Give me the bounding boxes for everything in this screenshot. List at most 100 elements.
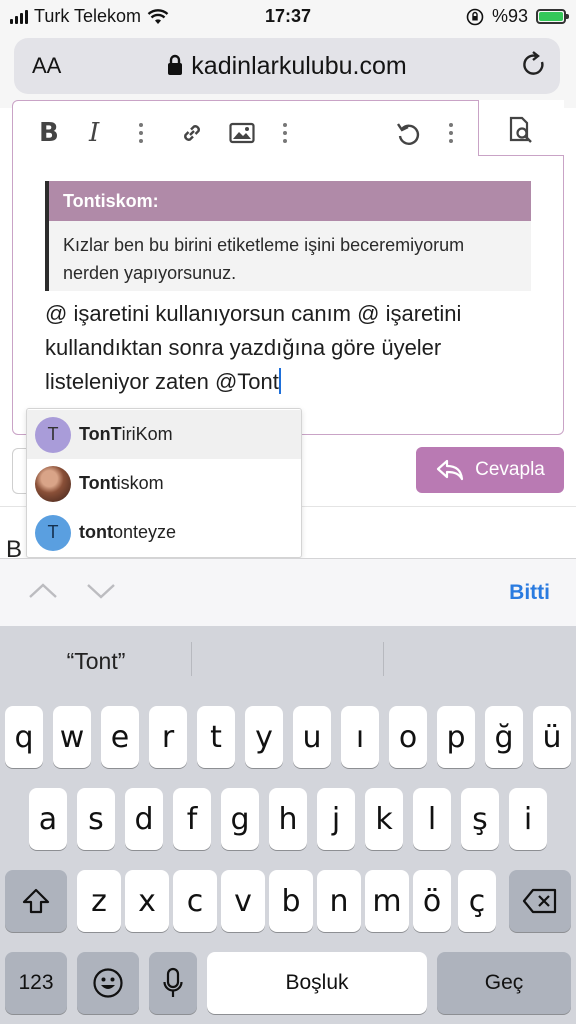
key-p[interactable]: p — [437, 706, 475, 768]
text-caret — [278, 368, 281, 394]
status-right: %93 — [466, 6, 569, 27]
key-y[interactable]: y — [245, 706, 283, 768]
key-c-cedilla[interactable]: ç — [458, 870, 496, 932]
avatar: T — [35, 514, 71, 551]
shift-icon — [22, 888, 50, 914]
keyboard-accessory-bar: Bitti — [0, 558, 576, 626]
reload-icon[interactable] — [520, 50, 548, 80]
key-u[interactable]: u — [293, 706, 331, 768]
done-button[interactable]: Bitti — [509, 581, 550, 605]
battery-percent: %93 — [491, 6, 528, 26]
compose-text[interactable]: @ işaretini kullanıyorsun canım @ işaret… — [45, 297, 545, 399]
mention-suggestions: T TonT iriKom Tont iskom T tont onteyze — [26, 408, 302, 558]
key-s-cedilla[interactable]: ş — [461, 788, 499, 850]
key-t[interactable]: t — [197, 706, 235, 768]
key-o-umlaut[interactable]: ö — [413, 870, 451, 932]
chevron-down-icon[interactable] — [86, 581, 116, 601]
key-i[interactable]: i — [509, 788, 547, 850]
key-n[interactable]: n — [317, 870, 361, 932]
key-l[interactable]: l — [413, 788, 451, 850]
mention-item[interactable]: Tont iskom — [27, 459, 301, 508]
link-button[interactable] — [179, 119, 205, 147]
shift-key[interactable] — [5, 870, 67, 932]
suggestion-divider — [191, 642, 192, 676]
more-options-icon[interactable] — [283, 119, 287, 147]
quote-author: Tontiskom: — [49, 181, 531, 221]
address-bar[interactable]: AA kadinlarkulubu.com — [14, 38, 560, 94]
more-options-icon[interactable] — [449, 119, 453, 147]
editor-toolbar: B I — [13, 100, 564, 165]
key-x[interactable]: x — [125, 870, 169, 932]
link-icon — [184, 125, 200, 141]
compose-line: @ işaretini kullanıyorsun canım @ işaret… — [45, 301, 462, 326]
avatar: T — [35, 416, 71, 453]
lock-icon — [168, 54, 183, 75]
key-z[interactable]: z — [77, 870, 121, 932]
mention-rest: iskom — [116, 473, 164, 493]
key-e[interactable]: e — [101, 706, 139, 768]
mention-item[interactable]: T tont onteyze — [27, 508, 301, 557]
undo-icon — [397, 123, 420, 145]
key-u-umlaut[interactable]: ü — [533, 706, 571, 768]
key-r[interactable]: r — [149, 706, 187, 768]
key-o[interactable]: o — [389, 706, 427, 768]
mention-match: Tont — [79, 473, 117, 493]
key-j[interactable]: j — [317, 788, 355, 850]
quote-line: Kızlar ben bu birini etiketleme işini be… — [63, 235, 465, 255]
key-w[interactable]: w — [53, 706, 91, 768]
key-m[interactable]: m — [365, 870, 409, 932]
orientation-lock-icon — [466, 8, 484, 25]
key-b[interactable]: b — [269, 870, 313, 932]
delete-key[interactable] — [509, 870, 571, 932]
bold-button[interactable]: B — [39, 118, 59, 148]
emoji-icon — [93, 968, 123, 998]
chevron-up-icon[interactable] — [28, 581, 58, 601]
microphone-icon — [163, 967, 183, 997]
page-content: B I Tontiskom: Kızlar ben bu birini etik… — [0, 100, 576, 563]
compose-line-last: listeleniyor zaten @Tont — [45, 365, 545, 399]
mention-match: TonT — [79, 424, 122, 444]
key-k[interactable]: k — [365, 788, 403, 850]
compose-line: listeleniyor zaten @Tont — [45, 369, 279, 394]
space-key[interactable]: Boşluk — [207, 952, 427, 1014]
reply-editor[interactable]: B I Tontiskom: Kızlar ben bu birini etik… — [12, 100, 564, 435]
key-g[interactable]: g — [221, 788, 259, 850]
avatar — [35, 465, 71, 502]
backspace-icon — [522, 888, 557, 914]
key-f[interactable]: f — [173, 788, 211, 850]
key-q[interactable]: q — [5, 706, 43, 768]
return-key[interactable]: Geç — [437, 952, 571, 1014]
image-button[interactable] — [229, 119, 255, 147]
key-h[interactable]: h — [269, 788, 307, 850]
mention-match: tont — [79, 522, 113, 542]
image-icon — [229, 122, 255, 144]
status-bar: Turk Telekom 17:37 %93 — [0, 0, 576, 34]
key-d[interactable]: d — [125, 788, 163, 850]
key-dotless-i[interactable]: ı — [341, 706, 379, 768]
reply-button-label: Cevapla — [475, 459, 545, 480]
dictation-key[interactable] — [149, 952, 197, 1014]
attach-button[interactable] — [12, 448, 26, 494]
browser-chrome: AA kadinlarkulubu.com — [0, 34, 576, 108]
more-options-icon[interactable] — [139, 119, 143, 147]
preview-button[interactable] — [478, 100, 564, 156]
key-g-breve[interactable]: ğ — [485, 706, 523, 768]
url-display[interactable]: kadinlarkulubu.com — [14, 52, 560, 81]
numbers-key[interactable]: 123 — [5, 952, 67, 1014]
italic-button[interactable]: I — [89, 118, 99, 148]
key-s[interactable]: s — [77, 788, 115, 850]
key-a[interactable]: a — [29, 788, 67, 850]
undo-button[interactable] — [395, 119, 421, 147]
emoji-key[interactable] — [77, 952, 139, 1014]
suggestion-item[interactable]: “Tont” — [0, 648, 192, 675]
key-c[interactable]: c — [173, 870, 217, 932]
mention-item[interactable]: T TonT iriKom — [27, 410, 301, 459]
key-v[interactable]: v — [221, 870, 265, 932]
mention-rest: onteyze — [112, 522, 177, 542]
reply-icon — [437, 459, 464, 481]
quote-text: Kızlar ben bu birini etiketleme işini be… — [49, 221, 531, 297]
keyboard: “Tont” q w e r t y u ı o p ğ ü a s d f g… — [0, 626, 576, 1024]
suggestion-divider — [383, 642, 384, 676]
reply-button[interactable]: Cevapla — [416, 447, 564, 493]
suggestion-bar: “Tont” — [0, 626, 576, 700]
